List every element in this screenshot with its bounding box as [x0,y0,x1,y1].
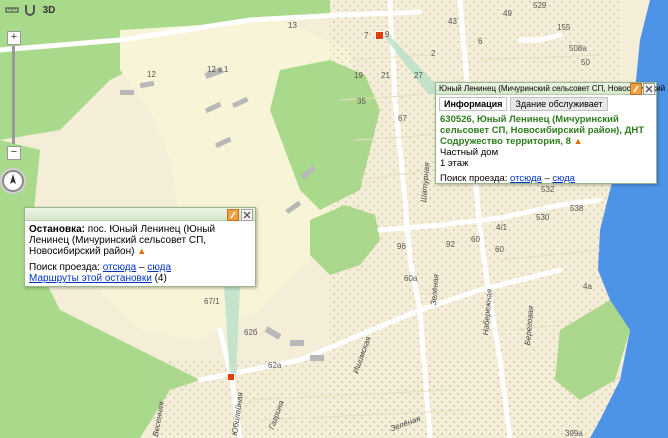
map-label: 43 [448,17,457,26]
map-label: 4/1 [496,223,508,232]
stop-route-search: Поиск проезда: отсюда – сюда [29,262,251,273]
map-label: 50 [581,58,590,67]
stop-pin[interactable] [227,373,235,381]
map-label: 7 [364,31,369,40]
map-label: 6 [478,37,483,46]
route-search-label: Поиск проезда: [440,173,508,184]
magnet-button[interactable] [22,3,38,19]
map-label: 21 [381,71,390,80]
route-dash: – [138,262,145,273]
map-label: 27 [414,71,423,80]
route-dash: – [544,173,550,184]
map-label: 530 [536,213,550,222]
map-label: 12 к.1 [207,65,229,74]
popup-header [25,208,255,221]
house-type: Частный дом [440,147,499,158]
map-label: 92 [446,240,455,249]
stop-title: Остановка: пос. Юный Ленинец (Юный Ленин… [29,224,251,257]
compass-icon[interactable] [2,170,24,192]
map-label: 4а [583,282,592,291]
map-label: 60 [495,245,504,254]
map-label: 35 [357,97,366,106]
map-label: 538 [570,204,584,213]
map-label: 67/1 [204,297,220,306]
map-label: 532 [541,185,555,194]
map-label: 12 [147,70,156,79]
pin-label: 9 [385,30,390,39]
close-button[interactable] [241,209,253,221]
warning-icon[interactable]: ▲ [574,136,583,146]
house-floors: 1 этаж [440,158,469,169]
zoom-out-button[interactable]: − [7,146,21,160]
route-from-here-link[interactable]: отсюда [510,173,542,184]
stop-popup: Остановка: пос. Юный Ленинец (Юный Ленин… [24,207,256,287]
mode-3d-button[interactable]: 3D [40,3,58,19]
house-address: 630526, Юный Ленинец (Мичуринский сельсо… [440,114,652,147]
close-button[interactable] [643,83,655,95]
close-icon [243,211,251,219]
map-label: 508а [569,44,587,53]
route-from-here-link[interactable]: отсюда [103,262,137,273]
map-label: 529 [533,1,547,10]
map-label: 2 [431,49,436,58]
map-label: 155 [557,23,571,32]
map-label: 67 [398,114,407,123]
map-label: 49 [503,9,512,18]
popup-header: Юный Ленинец (Мичуринский сельсовет СП, … [436,83,665,95]
magnet-icon [25,5,35,16]
tab-info[interactable]: Информация [439,97,508,111]
warning-icon[interactable]: ▲ [137,246,146,256]
map-label: 60а [404,274,418,283]
popup-pin-button[interactable] [630,83,642,95]
stop-routes-count: (4) [154,273,167,284]
map-label: 62б [244,328,258,337]
stop-label: Остановка: [29,224,85,235]
route-to-here-link[interactable]: сюда [552,173,575,184]
route-to-here-link[interactable]: сюда [147,262,171,273]
ruler-button[interactable] [4,3,20,19]
house-route-search: Поиск проезда: отсюда – сюда [440,173,652,184]
house-address-text: 630526, Юный Ленинец (Мичуринский сельсо… [440,114,645,147]
ruler-icon [5,7,19,13]
close-icon [645,85,653,93]
map-label: 13 [288,21,297,30]
house-popup: Юный Ленинец (Мичуринский сельсовет СП, … [435,82,665,184]
stop-routes-link[interactable]: Маршруты этой остановки [29,273,152,284]
map-label: 96 [397,242,406,251]
route-search-label: Поиск проезда: [29,262,100,273]
map-label: 19 [354,71,363,80]
zoom-in-button[interactable]: + [7,31,21,45]
map-label: 60 [471,235,480,244]
pin-icon [633,85,639,93]
map-label: 62а [268,361,282,370]
location-pin[interactable] [375,31,384,40]
residential-dots-bottom [150,360,580,438]
zoom-slider[interactable] [12,46,15,144]
tab-building[interactable]: Здание обслуживает [510,97,608,111]
pin-icon [230,211,236,219]
popup-pin-button[interactable] [227,209,239,221]
house-popup-tabs: Информация Здание обслуживает [436,95,656,111]
map-label: 399а [565,429,583,438]
